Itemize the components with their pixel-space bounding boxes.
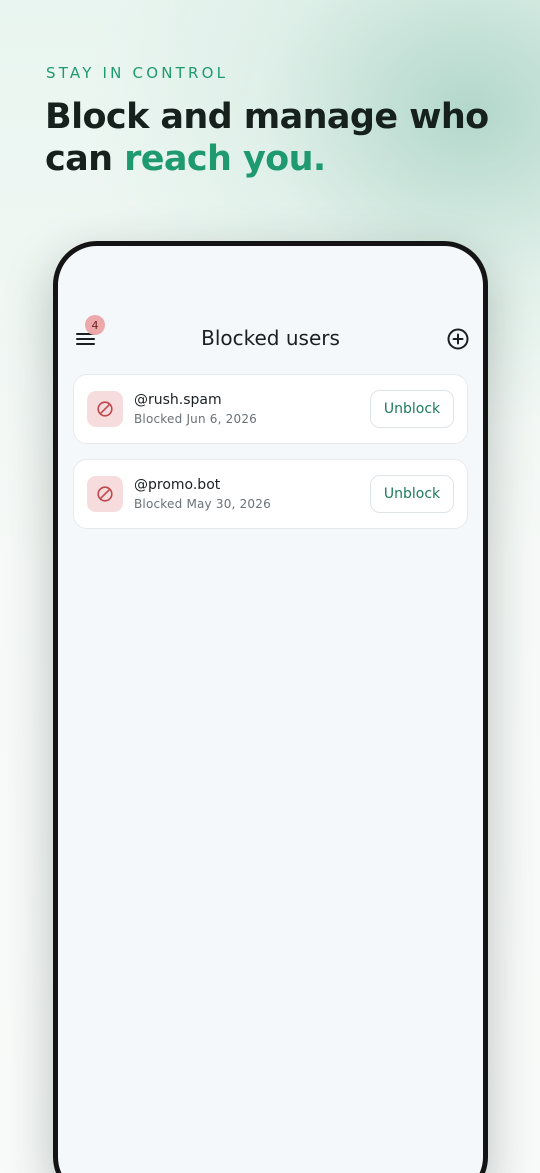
user-handle: @rush.spam — [134, 392, 222, 408]
user-handle: @promo.bot — [134, 477, 221, 493]
ban-icon — [87, 476, 123, 512]
blocked-date: Blocked May 30, 2026 — [134, 497, 271, 511]
list-item: @promo.bot Blocked May 30, 2026 Unblock — [73, 459, 468, 529]
unblock-button[interactable]: Unblock — [370, 475, 454, 513]
phone-frame: 4 Blocked users @rush.spam Blocked Jun 6… — [53, 241, 488, 1173]
promo-headline: Block and manage who can reach you. — [45, 96, 525, 180]
headline-line-1: Block and manage who — [45, 97, 489, 137]
ban-icon — [87, 391, 123, 427]
plus-circle-icon — [445, 328, 471, 356]
unblock-button[interactable]: Unblock — [370, 390, 454, 428]
page-title: Blocked users — [201, 326, 340, 350]
list-item: @rush.spam Blocked Jun 6, 2026 Unblock — [73, 374, 468, 444]
promo-eyebrow: STAY IN CONTROL — [46, 64, 229, 82]
headline-accent: reach you. — [124, 139, 326, 179]
app-bar: 4 Blocked users — [58, 314, 483, 364]
blocked-users-list: @rush.spam Blocked Jun 6, 2026 Unblock @… — [73, 374, 468, 544]
blocked-date: Blocked Jun 6, 2026 — [134, 412, 258, 426]
headline-line-2-prefix: can — [45, 139, 125, 179]
add-blocked-user-button[interactable] — [445, 326, 471, 352]
